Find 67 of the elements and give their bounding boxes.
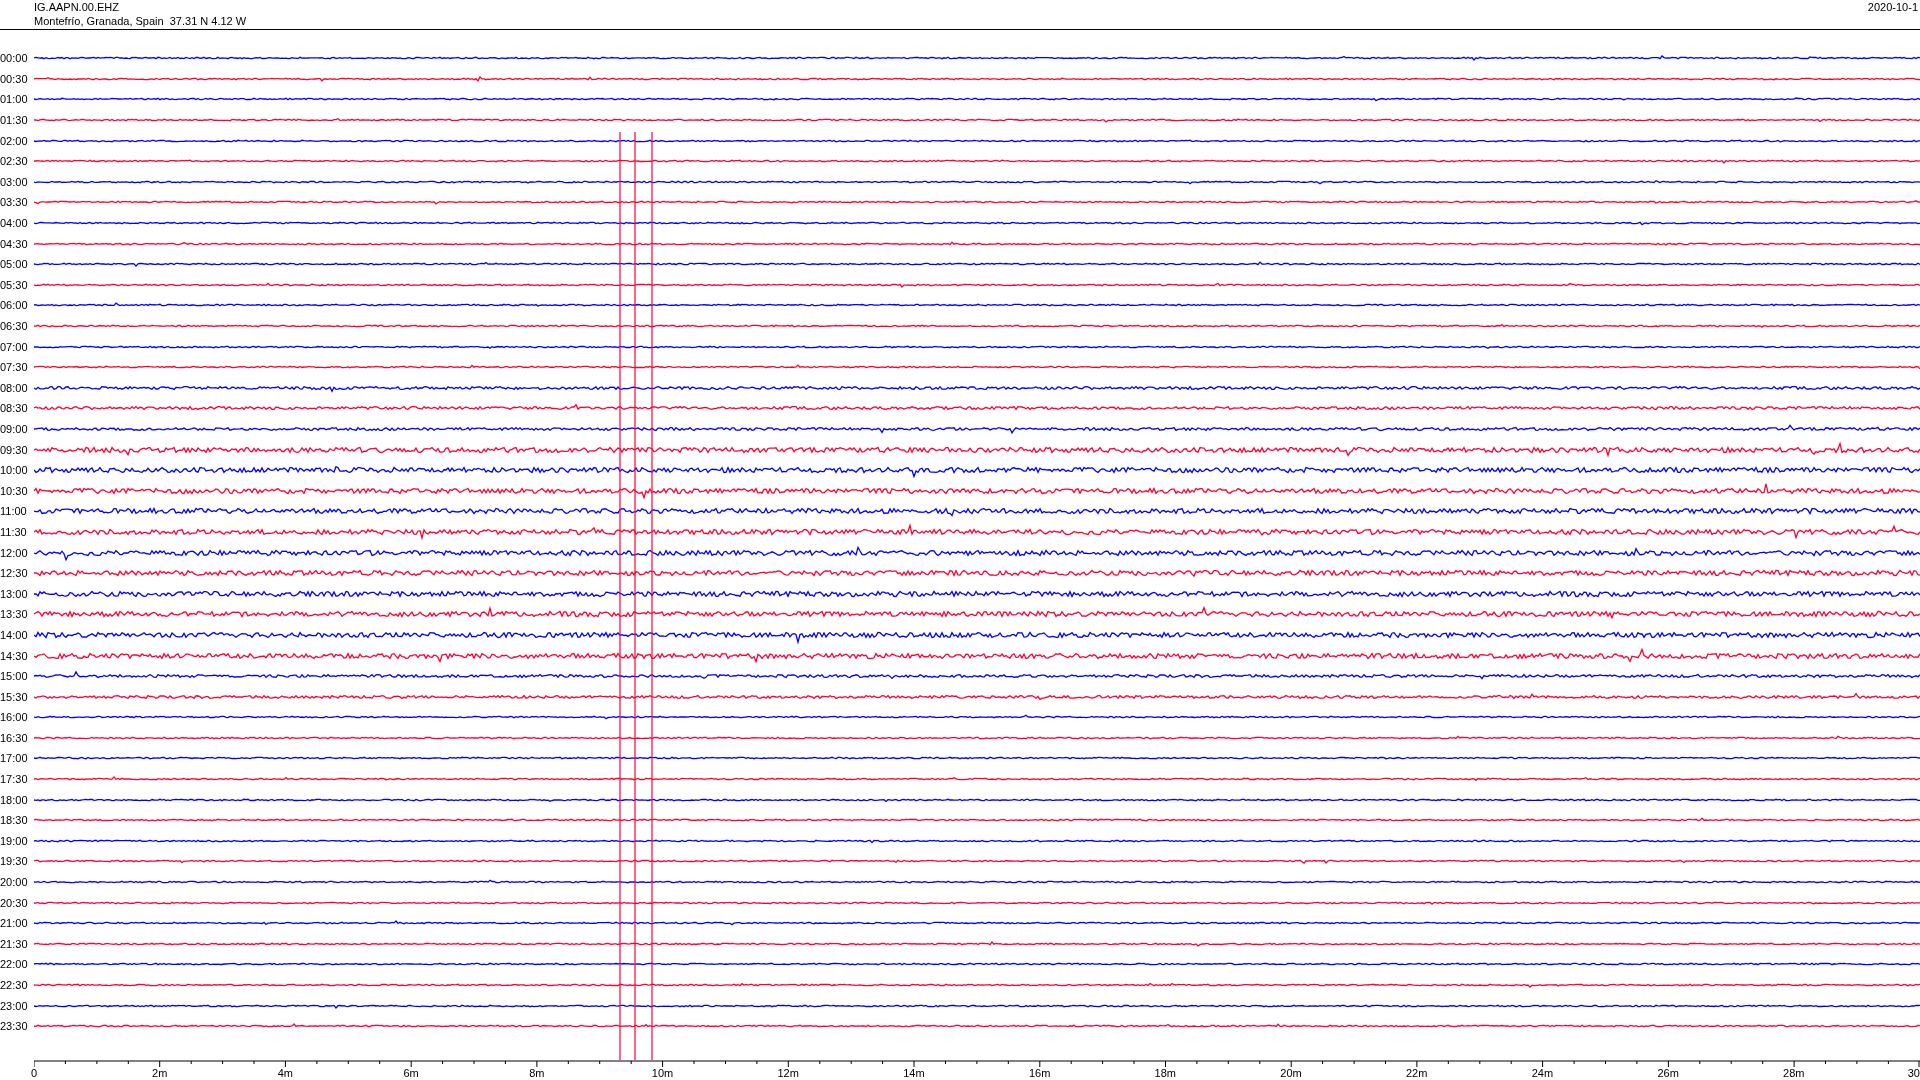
time-label: 21:00 [0, 917, 29, 930]
time-label: 06:00 [0, 299, 29, 312]
time-label: 23:00 [0, 999, 29, 1012]
axis-label: 20m [1280, 1066, 1302, 1080]
time-label: 13:30 [0, 608, 29, 621]
time-label: 03:30 [0, 196, 29, 209]
time-label: 08:30 [0, 402, 29, 415]
time-label: 01:00 [0, 93, 29, 106]
time-label: 23:30 [0, 1020, 29, 1033]
time-label: 22:00 [0, 958, 29, 971]
time-label: 20:00 [0, 876, 29, 889]
time-label: 13:00 [0, 587, 29, 600]
time-label: 14:30 [0, 649, 29, 662]
axis-label: 26m [1657, 1066, 1679, 1080]
time-label: 03:00 [0, 175, 29, 188]
time-label: 14:00 [0, 628, 29, 641]
time-label: 18:00 [0, 793, 29, 806]
time-label: 16:00 [0, 711, 29, 724]
time-label: 21:30 [0, 937, 29, 950]
axis-label: 4m [277, 1066, 294, 1080]
time-label: 20:30 [0, 896, 29, 909]
time-label: 18:30 [0, 814, 29, 827]
time-label: 04:30 [0, 237, 29, 250]
axis-label: 16m [1028, 1066, 1051, 1080]
time-label: 01:30 [0, 114, 29, 127]
station-code: IG.AAPN.00.EHZ [34, 0, 120, 14]
time-label: 09:00 [0, 423, 29, 435]
time-label: 07:00 [0, 340, 29, 353]
axis-label: 22m [1406, 1066, 1428, 1080]
time-label: 08:00 [0, 381, 29, 394]
time-label: 10:00 [0, 464, 29, 477]
time-label: 12:30 [0, 567, 29, 580]
time-label: 12:00 [0, 546, 29, 559]
time-label: 11:00 [0, 505, 28, 518]
axis-label: 24m [1531, 1066, 1554, 1080]
time-label: 15:00 [0, 670, 29, 683]
axis-label: 0 [31, 1066, 38, 1080]
time-label: 16:30 [0, 731, 29, 744]
axis-label: 30 [1907, 1066, 1920, 1080]
time-label: 05:30 [0, 278, 29, 291]
axis-label: 8m [529, 1066, 545, 1080]
time-label: 06:30 [0, 320, 29, 332]
time-label: 02:00 [0, 134, 29, 147]
time-label: 10:30 [0, 484, 29, 497]
time-label: 19:00 [0, 834, 29, 847]
time-label: 07:30 [0, 361, 29, 374]
time-label: 17:30 [0, 773, 29, 786]
station-location: Montefrío, Granada, Spain 37.31 N 4.12 W [34, 14, 247, 28]
axis-label: 28m [1783, 1066, 1805, 1080]
axis-label: 14m [903, 1066, 925, 1080]
time-label: 15:30 [0, 690, 29, 703]
axis-label: 2m [152, 1066, 168, 1080]
time-label: 00:00 [0, 52, 29, 65]
time-label: 11:30 [0, 525, 28, 538]
time-label: 04:00 [0, 217, 29, 230]
time-label: 09:30 [0, 443, 29, 456]
axis-label: 12m [777, 1066, 799, 1080]
time-label: 19:30 [0, 855, 29, 868]
axis-label: 18m [1154, 1066, 1176, 1080]
axis-label: 10m [651, 1066, 674, 1080]
time-label: 00:30 [0, 72, 29, 85]
axis-label: 6m [403, 1066, 419, 1080]
time-label: 17:00 [0, 752, 29, 765]
plot-date: 2020-10-1 [1867, 0, 1918, 14]
time-label: 22:30 [0, 979, 29, 991]
time-label: 02:30 [0, 155, 29, 168]
time-label: 05:00 [0, 258, 29, 271]
